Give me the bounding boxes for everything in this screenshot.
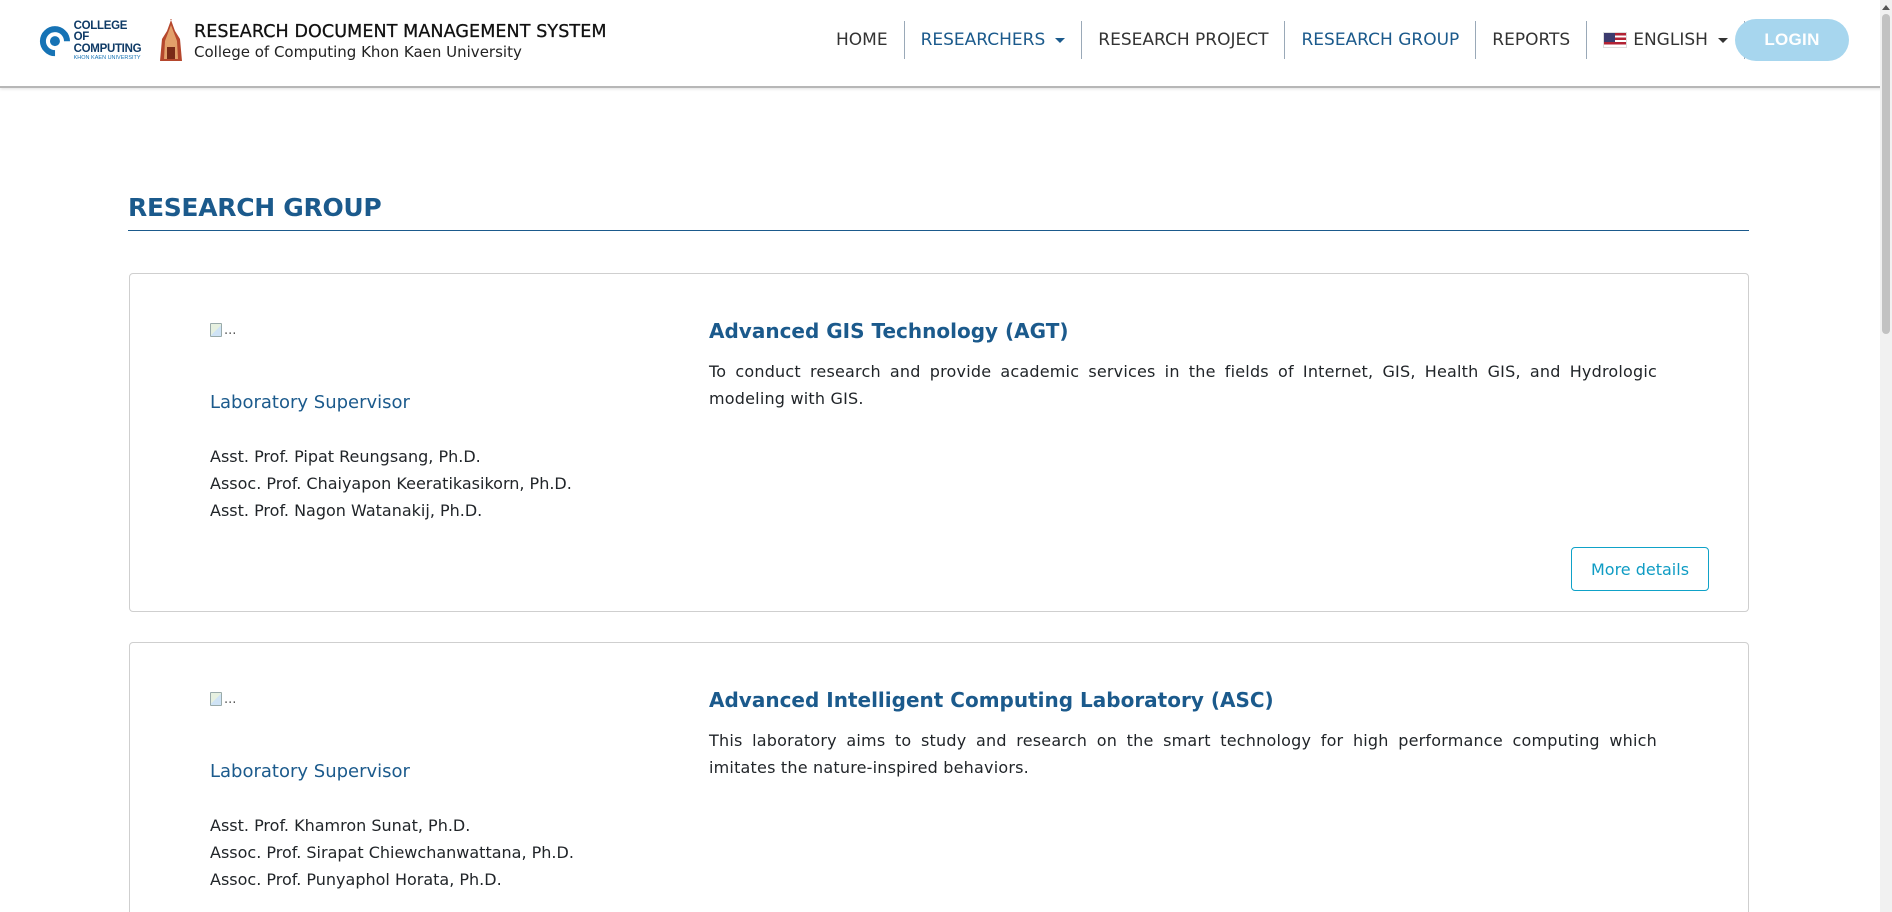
more-details-button[interactable]: More details — [1571, 547, 1709, 591]
nav-home-label: HOME — [836, 30, 888, 50]
top-navbar: COLLEGE OF COMPUTING KHON KAEN UNIVERSIT… — [0, 0, 1892, 88]
nav-research-group-label: RESEARCH GROUP — [1301, 30, 1460, 50]
language-label: ENGLISH — [1633, 30, 1708, 50]
nav-research-project-label: RESEARCH PROJECT — [1098, 30, 1269, 50]
image-alt-text: ... — [224, 691, 237, 707]
member-item: Assoc. Prof. Chaiyapon Keeratikasikorn, … — [210, 474, 572, 493]
page-scrollbar[interactable] — [1880, 0, 1892, 912]
member-item: Assoc. Prof. Sirapat Chiewchanwattana, P… — [210, 843, 574, 862]
college-of-computing-logo: COLLEGE OF COMPUTING KHON KAEN UNIVERSIT… — [33, 19, 144, 63]
language-dropdown[interactable]: ENGLISH — [1587, 21, 1745, 59]
kku-emblem-icon — [160, 19, 182, 61]
supervisor-label: Laboratory Supervisor — [210, 761, 410, 782]
member-list: Asst. Prof. Pipat Reungsang, Ph.D. Assoc… — [210, 443, 572, 524]
member-item: Asst. Prof. Pipat Reungsang, Ph.D. — [210, 447, 481, 466]
nav-reports[interactable]: REPORTS — [1476, 21, 1588, 59]
chevron-down-icon — [1717, 37, 1728, 43]
cc-logo-icon — [33, 19, 76, 63]
member-item: Assoc. Prof. Punyaphol Horata, Ph.D. — [210, 870, 502, 889]
image-alt-text: ... — [224, 322, 237, 338]
nav-researchers-label: RESEARCHERS — [920, 30, 1046, 50]
nav-research-group[interactable]: RESEARCH GROUP — [1285, 21, 1477, 59]
research-group-card: ... Laboratory Supervisor Asst. Prof. Kh… — [129, 642, 1749, 912]
login-button[interactable]: LOGIN — [1735, 19, 1849, 61]
member-item: Asst. Prof. Nagon Watanakij, Ph.D. — [210, 501, 483, 520]
group-title: Advanced GIS Technology (AGT) — [709, 319, 1069, 343]
supervisor-label: Laboratory Supervisor — [210, 392, 410, 413]
page-title: RESEARCH GROUP — [128, 193, 382, 222]
site-title: RESEARCH DOCUMENT MANAGEMENT SYSTEM — [194, 21, 607, 42]
logo-line1: COLLEGE OF — [73, 19, 128, 43]
nav-research-project[interactable]: RESEARCH PROJECT — [1082, 21, 1286, 59]
group-title: Advanced Intelligent Computing Laborator… — [709, 688, 1274, 712]
broken-image-icon — [210, 323, 222, 337]
scroll-up-arrow-icon[interactable] — [1880, 0, 1892, 14]
logo-line3: KHON KAEN UNIVERSITY — [73, 55, 141, 61]
main-nav: HOME RESEARCHERS RESEARCH PROJECT RESEAR… — [820, 20, 1745, 60]
logo-line2: COMPUTING — [73, 42, 142, 55]
group-image: ... — [210, 319, 244, 341]
chevron-down-icon — [1055, 37, 1066, 43]
member-list: Asst. Prof. Khamron Sunat, Ph.D. Assoc. … — [210, 812, 574, 893]
nav-researchers-dropdown[interactable]: RESEARCHERS — [905, 21, 1083, 59]
group-description: To conduct research and provide academic… — [709, 362, 1657, 408]
research-group-card: ... Laboratory Supervisor Asst. Prof. Pi… — [129, 273, 1749, 612]
group-description: This laboratory aims to study and resear… — [709, 731, 1657, 777]
us-flag-icon — [1603, 32, 1628, 48]
nav-home[interactable]: HOME — [820, 21, 905, 59]
scrollbar-thumb[interactable] — [1882, 14, 1890, 334]
nav-reports-label: REPORTS — [1492, 30, 1571, 50]
broken-image-icon — [210, 692, 222, 706]
member-item: Asst. Prof. Khamron Sunat, Ph.D. — [210, 816, 471, 835]
brand[interactable]: COLLEGE OF COMPUTING KHON KAEN UNIVERSIT… — [33, 18, 607, 64]
title-divider — [128, 230, 1749, 231]
group-image: ... — [210, 688, 244, 710]
site-subtitle: College of Computing Khon Kaen Universit… — [194, 42, 522, 61]
